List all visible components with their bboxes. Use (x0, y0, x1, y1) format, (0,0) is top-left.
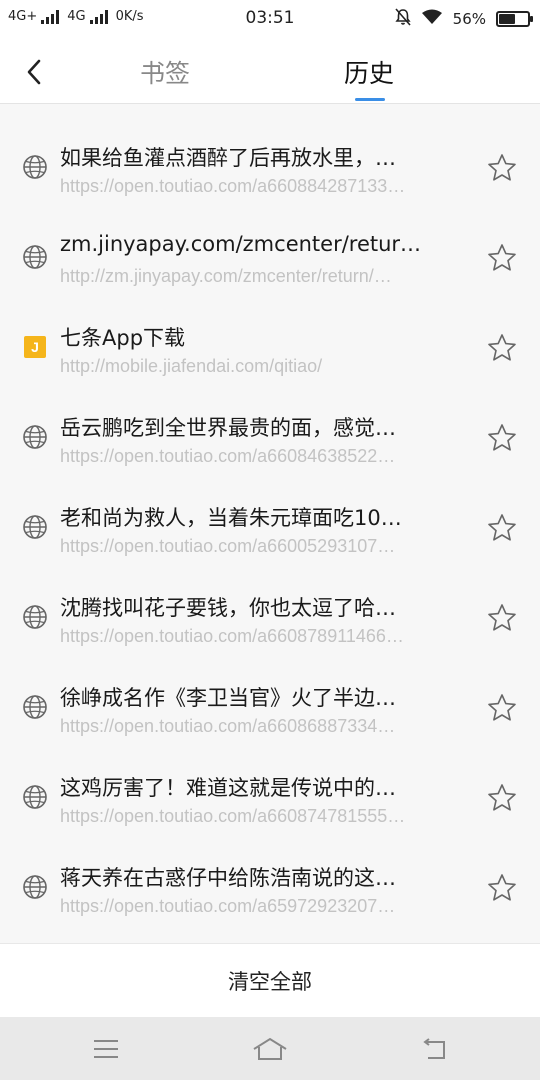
history-item-title: 这鸡厉害了！难道这就是传说中的… (60, 776, 396, 800)
history-item[interactable]: 如果给鱼灌点酒醉了后再放水里，… https://open.toutiao.com… (0, 124, 540, 214)
star-icon (487, 693, 517, 727)
bookmark-star-button[interactable] (486, 424, 518, 456)
history-item-title: 七条App下载 (60, 326, 186, 350)
home-button[interactable] (250, 1033, 290, 1065)
globe-icon (22, 514, 48, 540)
history-item-title: 老和尚为救人，当着朱元璋面吃10… (60, 506, 402, 530)
history-item[interactable]: 岳云鹏吃到全世界最贵的面，感觉… https://open.toutiao.com… (0, 394, 540, 484)
bookmark-star-button[interactable] (486, 694, 518, 726)
bookmark-star-button[interactable] (486, 784, 518, 816)
globe-icon (22, 694, 48, 720)
history-item[interactable]: 蒋天养在古惑仔中给陈浩南说的这… https://open.toutiao.com… (0, 844, 540, 934)
history-item-title: 如果给鱼灌点酒醉了后再放水里，… (60, 146, 396, 170)
history-item[interactable]: 这鸡厉害了！难道这就是传说中的… https://open.toutiao.com… (0, 754, 540, 844)
bookmark-star-button[interactable] (486, 874, 518, 906)
history-item-title: 岳云鹏吃到全世界最贵的面，感觉… (60, 416, 396, 440)
history-item[interactable]: 徐峥成名作《李卫当官》火了半边… https://open.toutiao.com… (0, 664, 540, 754)
globe-icon (22, 424, 48, 450)
clear-all-button[interactable]: 清空全部 (0, 943, 540, 1017)
status-bar: 4G+ 4G 0K/s 03:51 56% (0, 0, 540, 38)
system-back-button[interactable] (414, 1033, 454, 1065)
favicon-letter: J (24, 336, 46, 358)
history-item-title: 蒋天养在古惑仔中给陈浩南说的这… (60, 866, 396, 890)
history-item-url: https://open.toutiao.com/a66005293107… (60, 536, 396, 556)
status-right: 56% (395, 8, 533, 30)
star-icon (487, 783, 517, 817)
globe-icon (22, 244, 48, 270)
bookmark-star-button[interactable] (486, 244, 518, 276)
history-item-url: http://mobile.jiafendai.com/qitiao/ (60, 356, 323, 376)
battery-level (499, 14, 515, 24)
history-item[interactable]: J 七条App下载 http://mobile.jiafendai.com/qiti… (0, 304, 540, 394)
history-item-url: https://open.toutiao.com/a65972923207… (60, 896, 396, 916)
battery-icon (496, 11, 533, 27)
history-item-url: http://zm.jinyapay.com/zmcenter/return/… (60, 266, 392, 286)
chevron-left-icon (27, 59, 41, 85)
history-item-title: 沈腾找叫花子要钱，你也太逗了哈… (60, 596, 396, 620)
history-item-title: zm.jinyapay.com/zmcenter/retur… (60, 232, 422, 256)
history-list: 如果给鱼灌点酒醉了后再放水里，… https://open.toutiao.com… (0, 124, 540, 934)
battery-percent: 56% (452, 10, 486, 28)
star-icon (487, 603, 517, 637)
history-item[interactable]: 沈腾找叫花子要钱，你也太逗了哈… https://open.toutiao.com… (0, 574, 540, 664)
home-icon (253, 1037, 287, 1060)
star-icon (487, 243, 517, 277)
clear-all-label: 清空全部 (228, 969, 312, 994)
star-icon (487, 513, 517, 547)
mute-bell-icon (395, 8, 411, 30)
header: 书签 历史 (0, 38, 540, 104)
history-item[interactable]: 老和尚为救人，当着朱元璋面吃10… https://open.toutiao.co… (0, 484, 540, 574)
history-item-url: https://open.toutiao.com/a66084638522… (60, 446, 396, 466)
tab-bookmarks[interactable]: 书签 (140, 54, 190, 90)
wifi-icon (421, 9, 443, 29)
bookmark-star-button[interactable] (486, 604, 518, 636)
star-icon (487, 423, 517, 457)
history-item-url: https://open.toutiao.com/a660878911466… (60, 626, 404, 646)
menu-icon (94, 1040, 118, 1058)
history-item-url: https://open.toutiao.com/a660884287133… (60, 176, 406, 196)
star-icon (487, 333, 517, 367)
menu-button[interactable] (86, 1033, 126, 1065)
tab-history[interactable]: 历史 (344, 54, 394, 90)
bookmark-star-button[interactable] (486, 154, 518, 186)
history-item-url: https://open.toutiao.com/a66086887334… (60, 716, 396, 736)
history-item-title: 徐峥成名作《李卫当官》火了半边… (60, 686, 396, 710)
bookmark-star-button[interactable] (486, 514, 518, 546)
star-icon (487, 873, 517, 907)
active-tab-indicator (355, 98, 385, 101)
history-item-url: https://open.toutiao.com/a660874781555… (60, 806, 406, 826)
globe-icon (22, 154, 48, 180)
site-favicon-icon: J (22, 334, 48, 360)
history-item[interactable]: zm.jinyapay.com/zmcenter/retur… http://zm… (0, 214, 540, 304)
globe-icon (22, 874, 48, 900)
globe-icon (22, 604, 48, 630)
system-nav-bar (0, 1017, 540, 1080)
back-button[interactable] (14, 52, 54, 92)
star-icon (487, 153, 517, 187)
globe-icon (22, 784, 48, 810)
bookmark-star-button[interactable] (486, 334, 518, 366)
back-icon (423, 1038, 445, 1059)
